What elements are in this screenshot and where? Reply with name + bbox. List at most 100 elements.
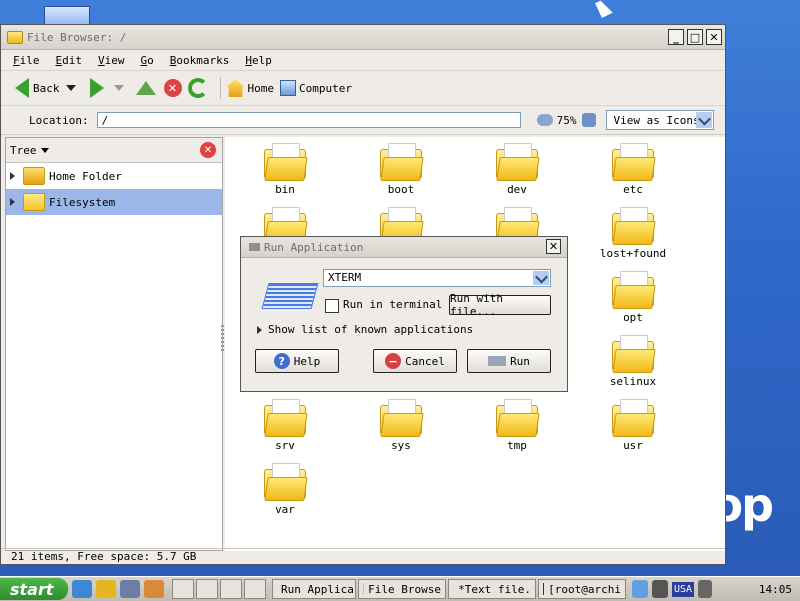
- command-combo[interactable]: XTERM: [323, 269, 551, 287]
- mouse-cursor-icon: [595, 0, 613, 18]
- forward-history-dropdown-icon[interactable]: [113, 85, 124, 91]
- folder-label: etc: [623, 183, 643, 196]
- folder-tmp[interactable]: tmp: [477, 399, 557, 452]
- expander-icon[interactable]: [10, 198, 15, 206]
- terminal-icon: [261, 283, 319, 309]
- volume-icon[interactable]: [698, 580, 713, 598]
- pane-splitter[interactable]: [221, 325, 224, 353]
- folder-icon: [264, 463, 308, 501]
- forward-button[interactable]: [89, 78, 124, 98]
- folder-opt[interactable]: opt: [593, 271, 673, 324]
- network-icon[interactable]: [632, 580, 648, 598]
- side-pane-title[interactable]: Tree: [10, 144, 37, 157]
- folder-sys[interactable]: sys: [361, 399, 441, 452]
- run-icon: [249, 243, 260, 251]
- menu-go[interactable]: Go: [133, 54, 162, 67]
- side-pane-header: Tree ✕: [6, 138, 222, 163]
- help-label: Help: [293, 354, 321, 368]
- help-button[interactable]: ? Help: [255, 349, 339, 373]
- dialog-titlebar[interactable]: Run Application: [241, 237, 567, 258]
- tree-item-home-folder[interactable]: Home Folder: [6, 163, 222, 189]
- mail-icon[interactable]: [144, 580, 164, 598]
- clock[interactable]: 14:05: [759, 583, 792, 596]
- start-button[interactable]: start: [0, 578, 68, 600]
- folder-lost-found[interactable]: lost+found: [593, 207, 673, 260]
- folder-label: opt: [623, 311, 643, 324]
- show-known-apps-expander[interactable]: Show list of known applications: [257, 323, 473, 336]
- home-folder-icon: [23, 167, 45, 185]
- side-pane-dropdown-icon[interactable]: [40, 147, 49, 153]
- browser-icon[interactable]: [72, 580, 92, 598]
- location-bar: Location: / 75% View as Icons: [1, 106, 725, 135]
- back-arrow-icon: [15, 78, 29, 98]
- up-button[interactable]: [135, 81, 156, 95]
- folder-boot[interactable]: boot: [361, 143, 441, 196]
- menu-bookmarks[interactable]: Bookmarks: [162, 54, 238, 67]
- cancel-button[interactable]: − Cancel: [373, 349, 457, 373]
- folder-usr[interactable]: usr: [593, 399, 673, 452]
- menu-help[interactable]: Help: [237, 54, 280, 67]
- show-desktop-button[interactable]: [172, 579, 194, 599]
- menu-view[interactable]: View: [90, 54, 133, 67]
- close-sidepane-icon[interactable]: ✕: [200, 142, 216, 158]
- cancel-label: Cancel: [405, 354, 445, 368]
- task-run-application[interactable]: Run Applica: [272, 579, 356, 599]
- dialog-close-button[interactable]: ✕: [546, 239, 561, 254]
- folder-icon: [496, 143, 540, 181]
- folder-label: srv: [275, 439, 295, 452]
- maximize-button[interactable]: □: [687, 29, 703, 45]
- monitor-icon[interactable]: [652, 580, 668, 598]
- computer-icon: [280, 80, 296, 96]
- run-with-file-label: Run with file...: [450, 292, 503, 318]
- editor-icon[interactable]: [96, 580, 116, 598]
- home-icon: [226, 79, 245, 97]
- close-button[interactable]: ✕: [706, 29, 722, 45]
- reload-icon: [187, 78, 208, 98]
- computer-button[interactable]: Computer: [280, 80, 352, 96]
- menu-file[interactable]: File: [5, 54, 48, 67]
- folder-srv[interactable]: srv: [245, 399, 325, 452]
- task-file-browser[interactable]: File Browse: [358, 579, 446, 599]
- window-titlebar[interactable]: File Browser: / _ □ ✕: [1, 25, 725, 50]
- workspace-2[interactable]: [220, 579, 242, 599]
- folder-icon: [612, 399, 656, 437]
- home-label: Home: [247, 81, 275, 95]
- chevron-down-icon[interactable]: [533, 270, 549, 285]
- status-text: 21 items, Free space: 5.7 GB: [11, 550, 197, 563]
- run-in-terminal-checkbox[interactable]: [325, 299, 339, 313]
- view-mode-select[interactable]: View as Icons: [606, 110, 715, 130]
- location-input[interactable]: /: [96, 112, 521, 128]
- run-with-file-button[interactable]: Run with file...: [449, 292, 551, 318]
- zoom-out-icon[interactable]: [536, 114, 553, 126]
- reload-button[interactable]: [187, 78, 208, 98]
- folder-icon: [496, 399, 540, 437]
- task-text-file[interactable]: *Text file.: [448, 579, 536, 599]
- folder-icon: [612, 207, 656, 245]
- run-button[interactable]: Run: [467, 349, 551, 373]
- home-button[interactable]: Home: [226, 79, 275, 97]
- workspace-1[interactable]: [196, 579, 218, 599]
- folder-bin[interactable]: bin: [245, 143, 325, 196]
- folder-icon: [612, 271, 656, 309]
- stop-icon: ✕: [163, 79, 182, 97]
- media-icon[interactable]: [120, 580, 140, 598]
- task-terminal[interactable]: [root@archi: [538, 579, 626, 599]
- folder-dev[interactable]: dev: [477, 143, 557, 196]
- folder-var[interactable]: var: [245, 463, 325, 516]
- run-in-terminal-label[interactable]: Run in terminal: [343, 298, 442, 311]
- back-history-dropdown-icon[interactable]: [65, 85, 76, 91]
- tree-item-filesystem[interactable]: Filesystem: [6, 189, 222, 215]
- stop-button[interactable]: ✕: [163, 79, 182, 97]
- folder-etc[interactable]: etc: [593, 143, 673, 196]
- minimize-button[interactable]: _: [668, 29, 684, 45]
- folder-icon: [380, 399, 424, 437]
- workspace-3[interactable]: [244, 579, 266, 599]
- folder-selinux[interactable]: selinux: [593, 335, 673, 388]
- back-button[interactable]: Back: [15, 78, 76, 98]
- zoom-in-icon[interactable]: [582, 113, 597, 127]
- folder-label: usr: [623, 439, 643, 452]
- keyboard-layout-badge[interactable]: USA: [672, 581, 695, 597]
- zoom-level[interactable]: 75%: [557, 114, 577, 127]
- expander-icon[interactable]: [10, 172, 15, 180]
- menu-edit[interactable]: Edit: [48, 54, 91, 67]
